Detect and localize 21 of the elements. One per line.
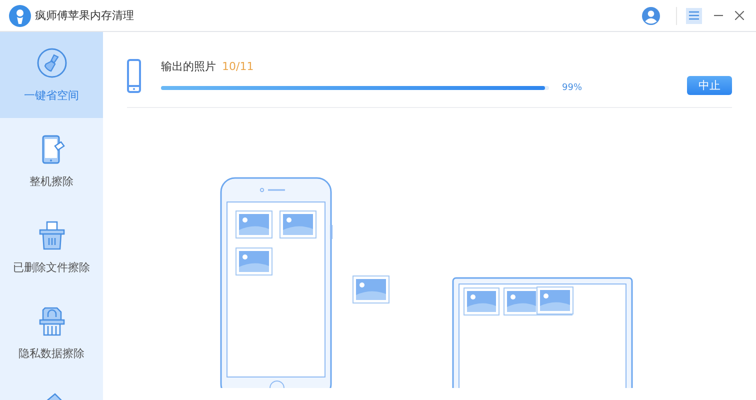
trash-icon: [36, 220, 66, 250]
logo-icon: [9, 4, 31, 26]
user-icon[interactable]: [642, 6, 660, 24]
phone-icon: [127, 59, 141, 93]
photo-drawing: [352, 276, 390, 304]
sidebar-item[interactable]: 已删除文件擦除: [0, 204, 103, 290]
sidebar-item[interactable]: 整机擦除: [0, 118, 103, 204]
window-title: 疯师傅苹果内存清理: [35, 8, 134, 23]
lock-icon: [36, 306, 66, 336]
progress-label: 输出的照片: [161, 59, 216, 74]
menu-button[interactable]: [686, 8, 702, 24]
progress-count: 10/11: [222, 60, 254, 73]
menu-icon: [689, 11, 699, 20]
sidebar-item[interactable]: 隐私数据擦除: [0, 290, 103, 376]
sidebar-label: 隐私数据擦除: [18, 346, 84, 360]
sidebar-label: 一键省空间: [24, 88, 79, 102]
progress-percent: 99%: [562, 83, 582, 93]
close-icon[interactable]: [735, 11, 744, 20]
sidebar-label: 整机擦除: [30, 174, 74, 188]
sidebar-label: 已删除文件擦除: [13, 260, 90, 274]
broom-icon: [36, 48, 66, 78]
